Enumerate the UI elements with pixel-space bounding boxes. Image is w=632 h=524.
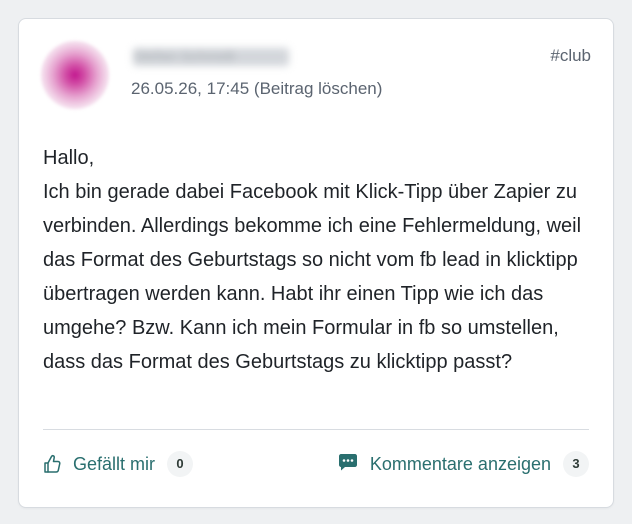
post-meta: 26.05.26, 17:45 (Beitrag löschen) xyxy=(131,79,382,99)
like-button[interactable]: Gefällt mir 0 xyxy=(43,451,194,477)
divider xyxy=(43,429,589,430)
club-tag[interactable]: #club xyxy=(550,46,591,66)
comments-count-badge: 3 xyxy=(563,451,589,477)
comments-label: Kommentare anzeigen xyxy=(369,453,551,474)
author-name[interactable]: Stefan Schmidt xyxy=(133,48,289,66)
like-count-badge: 0 xyxy=(167,451,194,477)
post-date: 26.05.26, 17:45 xyxy=(131,79,250,98)
delete-post-link[interactable]: (Beitrag löschen) xyxy=(254,79,383,98)
show-comments-button[interactable]: Kommentare anzeigen 3 xyxy=(338,451,589,477)
comment-icon xyxy=(338,452,358,477)
post-card: Stefan Schmidt 26.05.26, 17:45 (Beitrag … xyxy=(18,18,614,508)
post-greeting: Hallo, xyxy=(43,147,95,169)
post-body: Hallo, Ich bin gerade dabei Facebook mit… xyxy=(43,141,603,379)
thumbs-up-icon xyxy=(43,454,61,474)
avatar[interactable] xyxy=(41,41,109,109)
like-label: Gefällt mir xyxy=(73,453,156,474)
post-text: Ich bin gerade dabei Facebook mit Klick-… xyxy=(43,181,582,373)
post-footer: Gefällt mir 0 Kommentare anzeigen 3 xyxy=(43,451,589,487)
